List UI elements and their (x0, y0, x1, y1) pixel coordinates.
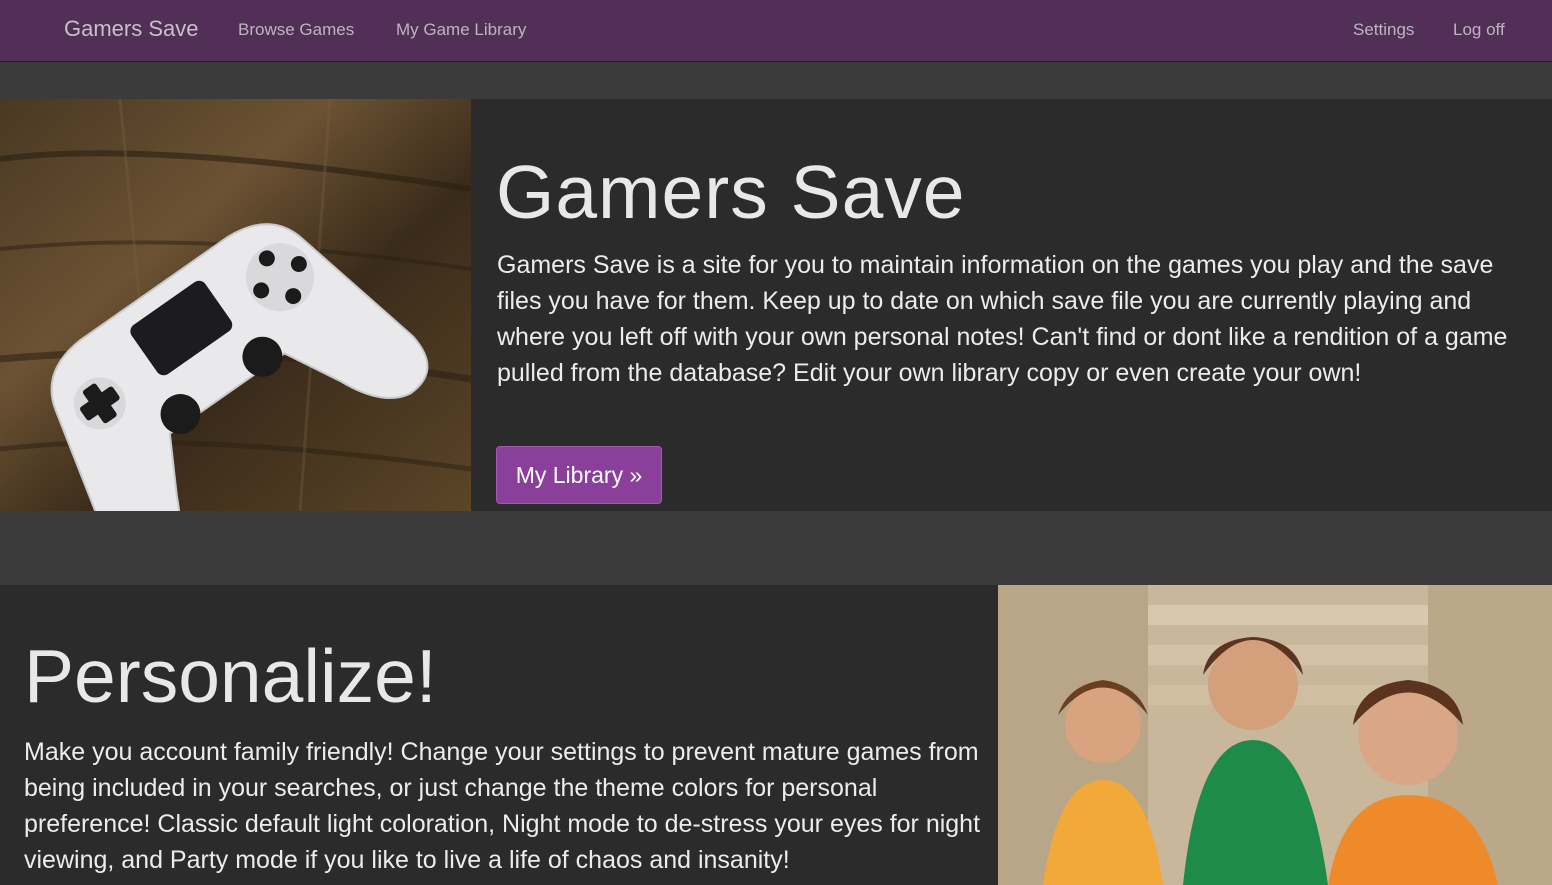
my-library-button[interactable]: My Library » (496, 446, 662, 504)
hero-title: Gamers Save (496, 150, 966, 234)
nav-settings[interactable]: Settings (1353, 20, 1414, 40)
top-navbar: Gamers Save Browse Games My Game Library… (0, 0, 1552, 62)
personalize-description: Make you account family friendly! Change… (24, 738, 981, 874)
hero-section: Gamers Save Gamers Save is a site for yo… (0, 99, 1552, 511)
personalize-title: Personalize! (24, 634, 437, 718)
brand-link[interactable]: Gamers Save (64, 16, 199, 42)
personalize-section: Personalize! Make you account family fri… (0, 585, 1552, 885)
hero-description: Gamers Save is a site for you to maintai… (497, 251, 1508, 387)
nav-browse-games[interactable]: Browse Games (238, 20, 354, 40)
children-photo-image (998, 585, 1552, 885)
nav-log-off[interactable]: Log off (1453, 20, 1505, 40)
game-controller-image (0, 99, 471, 511)
nav-my-game-library[interactable]: My Game Library (396, 20, 526, 40)
